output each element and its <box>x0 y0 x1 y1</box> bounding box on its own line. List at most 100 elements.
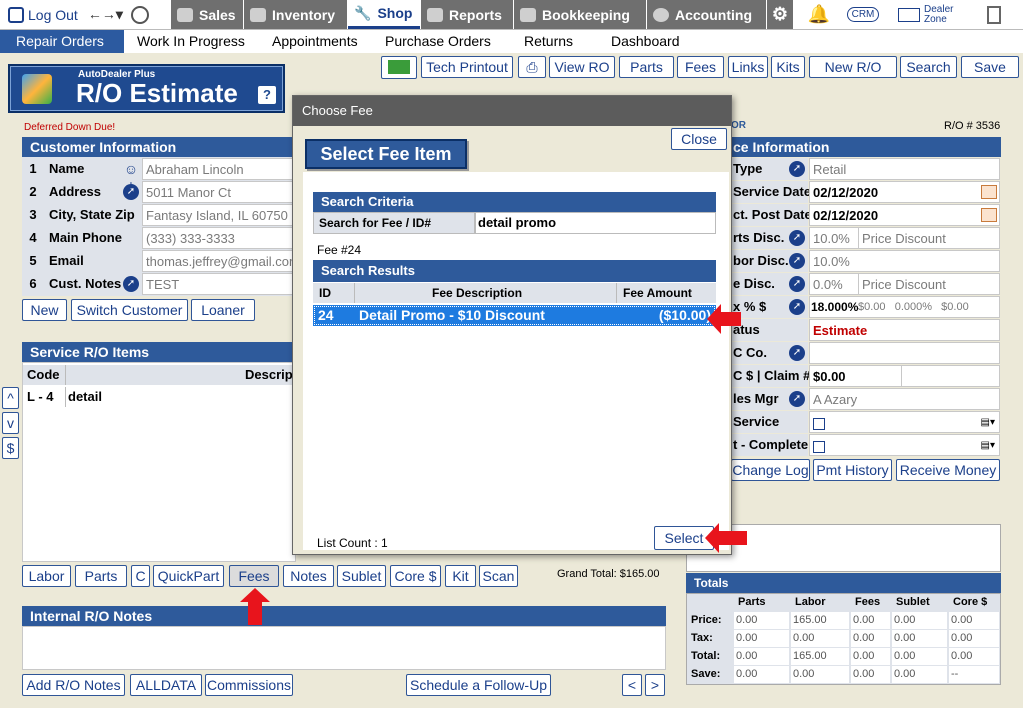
subnav-appointments[interactable]: Appointments <box>272 30 358 53</box>
receive-money-button[interactable]: Receive Money <box>896 459 1000 481</box>
navigate-icon[interactable]: ➚ <box>789 391 805 407</box>
dropdown-icon[interactable]: ▤▾ <box>981 435 995 455</box>
loaner-button[interactable]: Loaner <box>191 299 255 321</box>
core-button[interactable]: Core $ <box>390 565 441 587</box>
new-customer-button[interactable]: New <box>22 299 67 321</box>
subnav-purchase-orders[interactable]: Purchase Orders <box>385 30 491 53</box>
parts-button[interactable]: Parts <box>75 565 127 587</box>
kits-toolbar-button[interactable]: Kits <box>771 56 805 78</box>
navigate-icon[interactable]: ➚ <box>789 253 805 269</box>
fee-result-row[interactable]: 24 Detail Promo - $10 Discount ($10.00) <box>313 305 716 326</box>
back-forward-icon[interactable]: ←→▾ <box>88 6 123 23</box>
customer-field-value[interactable]: thomas.jeffrey@gmail.com <box>142 250 296 272</box>
dropdown-icon[interactable]: ▤▾ <box>981 412 995 432</box>
fees-button[interactable]: Fees <box>229 565 279 587</box>
customer-field-value[interactable]: 5011 Manor Ct <box>142 181 296 203</box>
subnav-work-in-progress[interactable]: Work In Progress <box>137 30 245 53</box>
navigate-icon[interactable]: ➚ <box>789 299 805 315</box>
checkbox-icon[interactable] <box>813 440 825 453</box>
save-button[interactable]: Save <box>961 56 1019 78</box>
navigate-icon[interactable]: ➚ <box>789 345 805 361</box>
service-info-value[interactable]: A Azary <box>809 388 1000 410</box>
kit-button[interactable]: Kit <box>445 565 476 587</box>
close-button[interactable]: Close <box>671 128 727 150</box>
col-fee-description: Fee Description <box>432 286 523 300</box>
navigate-icon[interactable]: ➚ <box>123 276 139 292</box>
commissions-button[interactable]: Commissions <box>205 674 293 696</box>
service-info-value[interactable]: 10.0% <box>809 250 1000 272</box>
user-face-icon[interactable] <box>130 5 149 24</box>
add-person-icon[interactable]: ☺+ <box>123 161 139 193</box>
view-ro-button[interactable]: View RO <box>549 56 615 78</box>
switch-customer-button[interactable]: Switch Customer <box>71 299 188 321</box>
new-ro-button[interactable]: New R/O <box>809 56 897 78</box>
navigate-icon[interactable]: ➚ <box>789 276 805 292</box>
customer-field-value[interactable]: TEST <box>142 273 296 295</box>
customer-field-value[interactable]: Abraham Lincoln <box>142 158 296 180</box>
calendar-icon[interactable] <box>981 185 997 199</box>
subnav-repair-orders[interactable]: Repair Orders <box>0 30 124 53</box>
service-info-value[interactable]: 02/12/2020 <box>809 181 1000 203</box>
service-info-value[interactable]: 0.0% <box>809 273 859 295</box>
help-button[interactable]: ? <box>258 86 276 104</box>
notifications-button[interactable]: 🔔 <box>806 0 832 29</box>
search-button[interactable]: Search <box>900 56 957 78</box>
logout-icon[interactable] <box>8 6 24 23</box>
logout-link[interactable]: Log Out <box>28 7 78 23</box>
navigate-icon[interactable]: ➚ <box>789 161 805 177</box>
nav-accounting[interactable]: Accounting <box>647 0 766 29</box>
settings-button[interactable]: ⚙ <box>767 0 793 29</box>
service-info-value[interactable] <box>809 342 1000 364</box>
add-ro-notes-button[interactable]: Add R/O Notes <box>22 674 125 696</box>
service-info-select[interactable]: ▤▾ <box>809 411 1000 433</box>
navigate-icon[interactable]: ➚ <box>123 184 139 200</box>
notes-button[interactable]: Notes <box>283 565 334 587</box>
customer-field-label: Main Phone <box>49 230 122 245</box>
nav-bookkeeping[interactable]: Bookkeeping <box>514 0 646 29</box>
labor-button[interactable]: Labor <box>22 565 71 587</box>
crm-button[interactable]: CRM <box>845 0 881 29</box>
customer-field-value[interactable]: (333) 333-3333 <box>142 227 296 249</box>
claim-number-field[interactable] <box>901 365 1000 387</box>
alldata-button[interactable]: ALLDATA <box>130 674 202 696</box>
quickpart-button[interactable]: QuickPart <box>153 565 224 587</box>
subnav-returns[interactable]: Returns <box>524 30 573 53</box>
price-button[interactable]: $ <box>2 437 19 459</box>
pmt-history-button[interactable]: Pmt History <box>813 459 892 481</box>
nav-reports[interactable]: Reports <box>421 0 513 29</box>
service-info-value[interactable]: Estimate <box>809 319 1000 341</box>
internal-notes-area[interactable] <box>22 626 666 670</box>
print-button[interactable]: ⎙ <box>518 56 546 78</box>
search-fee-input[interactable]: detail promo <box>475 212 716 234</box>
subnav-dashboard[interactable]: Dashboard <box>611 30 680 53</box>
nav-shop[interactable]: 🔧 Shop <box>348 0 420 29</box>
service-info-header: ce Information <box>731 137 1001 157</box>
links-button[interactable]: Links <box>728 56 768 78</box>
service-item-row[interactable]: L - 4 detail <box>23 387 295 407</box>
sublet-button[interactable]: Sublet <box>337 565 386 587</box>
prev-page-button[interactable]: < <box>622 674 642 696</box>
nav-inventory[interactable]: Inventory <box>244 0 347 29</box>
scan-button[interactable]: Scan <box>479 565 518 587</box>
c-button[interactable]: C <box>131 565 150 587</box>
navigate-icon[interactable]: ➚ <box>789 230 805 246</box>
schedule-follow-up-button[interactable]: Schedule a Follow-Up <box>406 674 551 696</box>
calculator-button[interactable] <box>984 0 1004 29</box>
move-up-button[interactable]: ^ <box>2 387 19 409</box>
folder-button[interactable] <box>381 56 417 79</box>
change-log-button[interactable]: Change Log <box>731 459 810 481</box>
nav-sales[interactable]: Sales <box>171 0 243 29</box>
service-info-value[interactable]: 02/12/2020 <box>809 204 1000 226</box>
service-info-select[interactable]: ▤▾ <box>809 434 1000 456</box>
service-info-value[interactable]: Retail <box>809 158 1000 180</box>
parts-toolbar-button[interactable]: Parts <box>619 56 674 78</box>
dealer-zone-button[interactable]: Dealer Zone <box>898 0 968 29</box>
next-page-button[interactable]: > <box>645 674 665 696</box>
calendar-icon[interactable] <box>981 208 997 222</box>
move-down-button[interactable]: v <box>2 412 19 434</box>
checkbox-icon[interactable] <box>813 417 825 430</box>
customer-field-value[interactable]: Fantasy Island, IL 60750 <box>142 204 296 226</box>
service-info-value[interactable]: 10.0% <box>809 227 859 249</box>
tech-printout-button[interactable]: Tech Printout <box>421 56 513 78</box>
fees-toolbar-button[interactable]: Fees <box>677 56 724 78</box>
